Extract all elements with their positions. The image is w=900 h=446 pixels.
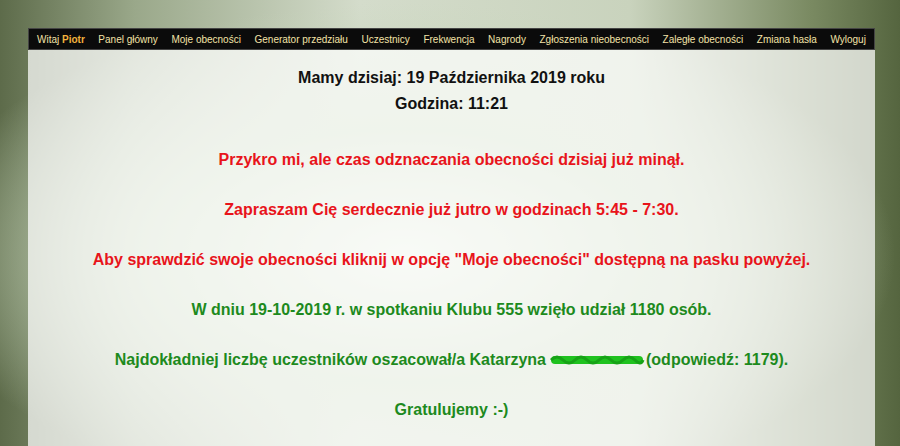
winner-prefix: Najdokładniej liczbę uczestników oszacow… <box>115 351 546 368</box>
nav-item[interactable]: Zgłoszenia nieobecności <box>538 32 652 47</box>
nav-item[interactable]: Generator przedziału <box>252 32 349 47</box>
date-line: Mamy dzisiaj: 19 Października 2019 roku <box>38 68 865 88</box>
nav-item[interactable]: Moje obecności <box>169 32 242 47</box>
nav-item[interactable]: Wyloguj <box>828 32 867 47</box>
time-line: Godzina: 11:21 <box>38 94 865 114</box>
winner-line: Najdokładniej liczbę uczestników oszacow… <box>38 350 865 370</box>
nav-bar: Witaj Piotr Panel główny Moje obecności Gen… <box>28 28 875 50</box>
winner-suffix: (odpowiedź: 1179). <box>646 351 788 368</box>
page: Witaj Piotr Panel główny Moje obecności Gen… <box>0 0 900 446</box>
content-frame: Witaj Piotr Panel główny Moje obecności Gen… <box>28 28 875 446</box>
nav-item[interactable]: Frekwencja <box>421 32 476 47</box>
redacted-scribble-icon <box>549 353 645 367</box>
user-name: Piotr <box>62 34 85 45</box>
congrats-line: Gratulujemy :-) <box>38 400 865 420</box>
notice-line: Aby sprawdzić swoje obecności kliknij w … <box>38 250 865 270</box>
nav-item[interactable]: Zaległe obecności <box>661 32 746 47</box>
notice-line: Przykro mi, ale czas odznaczania obecnoś… <box>38 150 865 170</box>
nav-item[interactable]: Nagrody <box>486 32 528 47</box>
main-panel: Mamy dzisiaj: 19 Października 2019 roku G… <box>28 50 875 446</box>
notice-line: Zapraszam Cię serdecznie już jutro w god… <box>38 200 865 220</box>
attendance-line: W dniu 19-10-2019 r. w spotkaniu Klubu 5… <box>38 300 865 320</box>
nav-item[interactable]: Uczestnicy <box>359 32 411 47</box>
greeting-link[interactable]: Witaj Piotr <box>35 32 87 47</box>
nav-item[interactable]: Zmiana hasła <box>755 32 819 47</box>
nav-item[interactable]: Panel główny <box>96 32 159 47</box>
